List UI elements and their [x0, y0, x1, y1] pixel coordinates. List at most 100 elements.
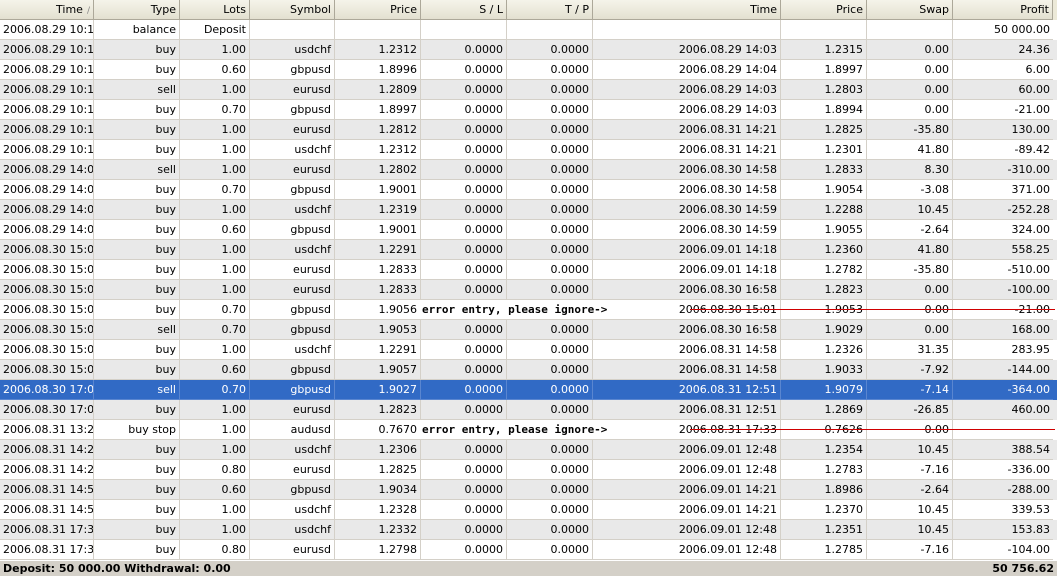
cell-profit: 558.25 — [953, 240, 1053, 260]
cell-symbol: gbpusd — [250, 480, 335, 500]
cell-ctime: 2006.09.01 12:48 — [593, 440, 781, 460]
table-row[interactable]: 2006.08.31 14:25 buy 0.80 eurusd 1.2825 0.000… — [0, 460, 1057, 480]
table-row[interactable]: 2006.08.29 10:12 buy 1.00 usdchf 1.2312 0.000… — [0, 140, 1057, 160]
table-row[interactable]: 2006.08.29 14:05 buy 0.60 gbpusd 1.9001 0.000… — [0, 220, 1057, 240]
cell-sl: 0.0000 — [421, 460, 507, 480]
cell-profit: 153.83 — [953, 520, 1053, 540]
table-row[interactable]: 2006.08.29 10:12 buy 1.00 eurusd 1.2812 0.000… — [0, 120, 1057, 140]
cell-type: buy — [94, 120, 180, 140]
cell-time: 2006.08.31 14:25 — [0, 440, 94, 460]
cell-tp: 0.0000 — [507, 100, 593, 120]
col-header-time[interactable]: Time / — [0, 0, 94, 20]
table-row[interactable]: 2006.08.29 10:11 buy 1.00 usdchf 1.2312 0.000… — [0, 40, 1057, 60]
cell-cprice: 1.9053 — [781, 300, 867, 320]
table-row[interactable]: 2006.08.29 14:04 sell 1.00 eurusd 1.2802 0.00… — [0, 160, 1057, 180]
table-row[interactable]: 2006.08.30 15:03 buy 0.60 gbpusd 1.9057 0.000… — [0, 360, 1057, 380]
strikethrough-line — [690, 309, 1055, 310]
cell-lots: 1.00 — [180, 500, 250, 520]
table-row[interactable]: 2006.08.29 10:11 buy 0.70 gbpusd 1.8997 0.000… — [0, 100, 1057, 120]
cell-sl: 0.0000 — [421, 520, 507, 540]
cell-ctime: 2006.09.01 12:48 — [593, 540, 781, 560]
cell-price: 1.2833 — [335, 280, 421, 300]
cell-swap: -7.16 — [867, 540, 953, 560]
table-row[interactable]: 2006.08.30 17:01 buy 1.00 eurusd 1.2823 0.000… — [0, 400, 1057, 420]
col-header-profit[interactable]: Profit — [953, 0, 1053, 20]
table-row[interactable]: 2006.08.30 15:00 buy 1.00 usdchf 1.2291 0.000… — [0, 240, 1057, 260]
cell-price: 1.2802 — [335, 160, 421, 180]
cell-profit: 339.53 — [953, 500, 1053, 520]
col-header-sl[interactable]: S / L — [421, 0, 507, 20]
cell-time: 2006.08.29 10:11 — [0, 60, 94, 80]
cell-symbol: usdchf — [250, 340, 335, 360]
cell-profit: -336.00 — [953, 460, 1053, 480]
col-header-type[interactable]: Type — [94, 0, 180, 20]
cell-symbol: usdchf — [250, 40, 335, 60]
table-row[interactable]: 2006.08.30 15:01 sell 0.70 gbpusd 1.9053 0.00… — [0, 320, 1057, 340]
col-header-price[interactable]: Price — [335, 0, 421, 20]
deposit-withdrawal-summary: Deposit: 50 000.00 Withdrawal: 0.00 — [3, 562, 231, 575]
cell-ctime: 2006.09.01 14:18 — [593, 240, 781, 260]
cell-cprice: 1.9054 — [781, 180, 867, 200]
table-row[interactable]: 2006.08.31 14:58 buy 1.00 usdchf 1.2328 0.000… — [0, 500, 1057, 520]
cell-price: 1.8996 — [335, 60, 421, 80]
table-row[interactable]: 2006.08.31 14:57 buy 0.60 gbpusd 1.9034 0.000… — [0, 480, 1057, 500]
cell-lots: 1.00 — [180, 400, 250, 420]
cell-lots: 0.70 — [180, 100, 250, 120]
table-row[interactable]: 2006.08.29 10:11 buy 0.60 gbpusd 1.8996 0.000… — [0, 60, 1057, 80]
cell-ctime: 2006.08.31 12:51 — [593, 400, 781, 420]
cell-ctime: 2006.08.29 14:03 — [593, 100, 781, 120]
table-row[interactable]: 2006.08.30 15:00 buy 1.00 eurusd 1.2833 0.000… — [0, 260, 1057, 280]
cell-tp: 0.0000 — [507, 120, 593, 140]
table-row[interactable]: 2006.08.31 14:25 buy 1.00 usdchf 1.2306 0.000… — [0, 440, 1057, 460]
cell-swap: -7.14 — [867, 380, 953, 400]
col-header-swap[interactable]: Swap — [867, 0, 953, 20]
cell-sl: 0.0000 — [421, 80, 507, 100]
cell-sl: 0.0000 — [421, 240, 507, 260]
table-row[interactable]: 2006.08.29 14:04 buy 0.70 gbpusd 1.9001 0.000… — [0, 180, 1057, 200]
cell-swap — [867, 20, 953, 40]
table-row[interactable]: 2006.08.31 17:35 buy 0.80 eurusd 1.2798 0.000… — [0, 540, 1057, 560]
cell-swap: 0.00 — [867, 60, 953, 80]
table-row[interactable]: 2006.08.30 15:02 buy 1.00 usdchf 1.2291 0.000… — [0, 340, 1057, 360]
cell-profit: -21.00 — [953, 300, 1053, 320]
cell-symbol: usdchf — [250, 140, 335, 160]
cell-swap: 0.00 — [867, 420, 953, 440]
cell-type: buy — [94, 480, 180, 500]
cell-profit: 371.00 — [953, 180, 1053, 200]
cell-swap: 0.00 — [867, 100, 953, 120]
cell-swap: 10.45 — [867, 500, 953, 520]
cell-profit: 388.54 — [953, 440, 1053, 460]
cell-lots: 1.00 — [180, 160, 250, 180]
cell-lots: 1.00 — [180, 520, 250, 540]
table-row[interactable]: 2006.08.30 17:01 sell 0.70 gbpusd 1.9027 0.00… — [0, 380, 1057, 400]
cell-symbol: eurusd — [250, 80, 335, 100]
cell-symbol: gbpusd — [250, 100, 335, 120]
cell-price: 1.2291 — [335, 340, 421, 360]
cell-cprice: 1.2370 — [781, 500, 867, 520]
cell-price: 1.9034 — [335, 480, 421, 500]
col-header-close-time[interactable]: Time — [593, 0, 781, 20]
cell-cprice: 1.2301 — [781, 140, 867, 160]
col-header-tp[interactable]: T / P — [507, 0, 593, 20]
cell-price: 1.2306 — [335, 440, 421, 460]
table-row[interactable]: 2006.08.31 13:25 buy stop 1.00 audusd 0.7670… — [0, 420, 1057, 440]
cell-tp: 0.0000 — [507, 380, 593, 400]
table-row[interactable]: 2006.08.29 10:10 balance Deposit 50 000.00 — [0, 20, 1057, 40]
table-row[interactable]: 2006.08.29 14:05 buy 1.00 usdchf 1.2319 0.000… — [0, 200, 1057, 220]
cell-lots: 1.00 — [180, 280, 250, 300]
cell-ctime: 2006.09.01 12:48 — [593, 520, 781, 540]
table-row[interactable]: 2006.08.31 17:35 buy 1.00 usdchf 1.2332 0.000… — [0, 520, 1057, 540]
table-row[interactable]: 2006.08.30 15:01 buy 1.00 eurusd 1.2833 0.000… — [0, 280, 1057, 300]
col-header-lots[interactable]: Lots — [180, 0, 250, 20]
col-header-close-price[interactable]: Price — [781, 0, 867, 20]
table-row[interactable]: 2006.08.29 10:11 sell 1.00 eurusd 1.2809 0.00… — [0, 80, 1057, 100]
cell-profit: 283.95 — [953, 340, 1053, 360]
col-header-symbol[interactable]: Symbol — [250, 0, 335, 20]
table-row[interactable]: 2006.08.30 15:01 buy 0.70 gbpusd 1.9056 2006.… — [0, 300, 1057, 320]
cell-time: 2006.08.29 10:10 — [0, 20, 94, 40]
cell-sl: 0.0000 — [421, 260, 507, 280]
cell-cprice: 1.2825 — [781, 120, 867, 140]
cell-price: 1.2328 — [335, 500, 421, 520]
cell-sl: 0.0000 — [421, 480, 507, 500]
cell-symbol: usdchf — [250, 200, 335, 220]
